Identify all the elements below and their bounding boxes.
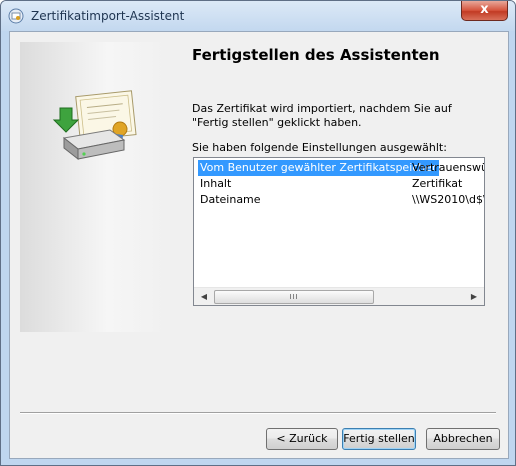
settings-list[interactable]: Vom Benutzer gewählter Zertifikatspeiche… bbox=[193, 157, 485, 306]
window-title: Zertifikatimport-Assistent bbox=[31, 9, 185, 23]
cancel-button[interactable]: Abbrechen bbox=[426, 428, 500, 450]
horizontal-scrollbar[interactable]: ◀ III ▶ bbox=[194, 287, 484, 305]
certificate-import-icon bbox=[52, 90, 137, 161]
setting-value: Vertrauenswür bbox=[412, 161, 484, 174]
list-item[interactable]: Vom Benutzer gewählter Zertifikatspeiche… bbox=[194, 160, 484, 176]
setting-name: Inhalt bbox=[200, 177, 232, 190]
close-button[interactable]: x bbox=[461, 1, 508, 21]
finish-button[interactable]: Fertig stellen bbox=[342, 428, 416, 450]
wizard-window: Zertifikatimport-Assistent x Fertigstell… bbox=[0, 0, 516, 466]
list-item[interactable]: Dateiname \\WS2010\d$\ bbox=[194, 192, 484, 208]
wizard-content: Fertigstellen des Assistenten Das Zertif… bbox=[166, 32, 508, 402]
footer-divider bbox=[20, 412, 496, 414]
scroll-right-icon[interactable]: ▶ bbox=[466, 289, 482, 304]
setting-name: Dateiname bbox=[200, 193, 261, 206]
settings-list-label: Sie haben folgende Einstellungen ausgewä… bbox=[192, 141, 447, 154]
close-icon: x bbox=[480, 2, 489, 17]
page-title: Fertigstellen des Assistenten bbox=[192, 46, 440, 64]
wizard-client-area: Fertigstellen des Assistenten Das Zertif… bbox=[9, 31, 509, 459]
back-button[interactable]: < Zurück bbox=[266, 428, 338, 450]
setting-name: Vom Benutzer gewählter Zertifikatspeiche… bbox=[198, 160, 439, 176]
certificate-app-icon bbox=[8, 8, 24, 24]
setting-value: Zertifikat bbox=[412, 177, 463, 190]
wizard-side-panel bbox=[20, 42, 166, 332]
scroll-thumb[interactable]: III bbox=[214, 290, 374, 304]
description-text: Das Zertifikat wird importiert, nachdem … bbox=[192, 102, 452, 129]
list-item[interactable]: Inhalt Zertifikat bbox=[194, 176, 484, 192]
title-bar[interactable]: Zertifikatimport-Assistent x bbox=[1, 1, 515, 31]
scroll-left-icon[interactable]: ◀ bbox=[196, 289, 212, 304]
setting-value: \\WS2010\d$\ bbox=[412, 193, 484, 206]
